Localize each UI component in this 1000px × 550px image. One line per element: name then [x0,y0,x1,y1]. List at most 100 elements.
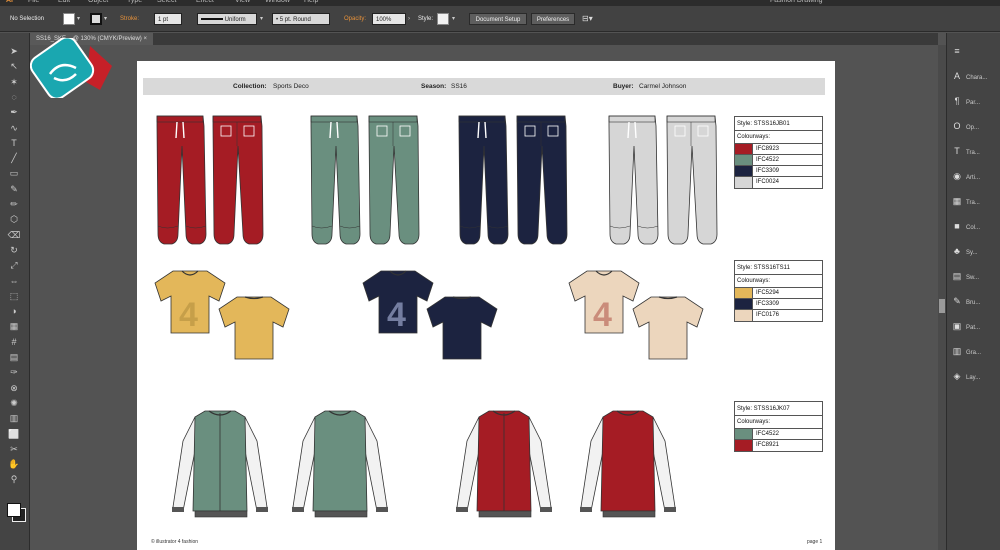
mesh-tool-icon[interactable]: # [7,336,21,348]
colourways-label: Colourways: [735,275,822,288]
tee-navy-back[interactable] [426,296,498,360]
pants-red-front[interactable] [156,115,207,245]
stroke-swatch[interactable] [90,13,102,25]
pen-tool-icon[interactable]: ✒ [7,106,21,118]
preferences-button[interactable]: Preferences [531,13,575,25]
pants-grey-front[interactable] [608,115,659,245]
pants-green-back[interactable] [368,115,420,245]
fill-swatch[interactable] [63,13,75,25]
shaper-icon[interactable]: ⬡ [7,213,21,225]
menu-item-effect[interactable]: Effect [196,0,214,4]
panel-label: Pat... [966,325,981,331]
eraser-icon[interactable]: ⌫ [7,229,21,241]
scale-tool-icon[interactable]: ⤢ [7,259,21,271]
style-swatch[interactable] [437,13,449,25]
style-dropdown-icon[interactable]: ▾ [452,13,455,25]
jacket-red-back[interactable] [579,410,677,518]
lasso-icon[interactable]: ◌ [7,91,21,103]
panel-arti[interactable]: ◉ Arti... [951,166,1000,186]
pants-navy-back[interactable] [516,115,568,245]
panel-collapse[interactable]: ≡ [951,41,1000,61]
type-tool-icon[interactable]: T [7,137,21,149]
variable-width-profile[interactable]: Uniform [197,13,257,25]
menu-item-edit[interactable]: Edit [58,0,70,4]
jacket-red-front[interactable] [455,410,553,518]
style-code: Style: STSS16TS11 [735,261,822,275]
gradient-tool-icon[interactable]: ▤ [7,351,21,363]
slice-tool-icon[interactable]: ✂ [7,443,21,455]
menu-item-object[interactable]: Object [88,0,108,4]
magic-wand-icon[interactable]: ✶ [7,76,21,88]
panel-tra[interactable]: ▦ Tra... [951,191,1000,211]
line-tool-icon[interactable]: ╱ [7,152,21,164]
menu-item-type[interactable]: Type [127,0,142,4]
fill-stroke-swatches[interactable] [7,503,21,517]
panel-col[interactable]: ■ Col... [951,216,1000,236]
pants-green-front[interactable] [310,115,361,245]
direct-selection-tool-icon[interactable]: ↖ [7,60,21,72]
menu-item-help[interactable]: Help [304,0,318,4]
rotate-tool-icon[interactable]: ↻ [7,244,21,256]
menu-item-select[interactable]: Select [157,0,176,4]
jacket-green-front[interactable] [171,410,269,518]
symbol-sprayer-icon[interactable]: ✺ [7,397,21,409]
brush-definition[interactable]: • 5 pt. Round [272,13,330,25]
panel-label: Tra... [966,200,980,206]
scrollbar-thumb[interactable] [939,299,945,313]
menu-item-file[interactable]: File [28,0,39,4]
garment-flats: 4 4 4 [154,115,718,518]
menu-item-view[interactable]: View [235,0,250,4]
panel-bru[interactable]: ✎ Bru... [951,291,1000,311]
arrange-documents-icon[interactable]: ⊟▾ [582,13,593,25]
selection-tool-icon[interactable]: ➤ [7,45,21,57]
width-tool-icon[interactable]: ⇔ [7,275,21,287]
opacity-dropdown-icon[interactable]: › [408,13,410,25]
close-tab-icon[interactable]: × [143,36,147,42]
vertical-scrollbar[interactable] [938,45,946,550]
free-transform-icon[interactable]: ⬚ [7,290,21,302]
perspective-grid-icon[interactable]: ▦ [7,320,21,332]
panel-par[interactable]: ¶ Par... [951,91,1000,111]
panel-sw[interactable]: ▤ Sw... [951,266,1000,286]
stroke-label[interactable]: Stroke: [120,13,139,25]
panel-gra[interactable]: ▥ Gra... [951,341,1000,361]
panel-chara[interactable]: A Chara... [951,66,1000,86]
menu-item-ai[interactable]: Ai [6,0,13,4]
panel-op[interactable]: O Op... [951,116,1000,136]
artboard-tool-icon[interactable]: ⬜ [7,428,21,440]
colourways-label: Colourways: [735,416,822,429]
eyedropper-icon[interactable]: ✑ [7,366,21,378]
tee-beige-back[interactable] [632,296,704,360]
blend-tool-icon[interactable]: ⊗ [7,382,21,394]
pants-grey-back[interactable] [666,115,718,245]
artboard[interactable]: illustrator 4 fashion Collection: Sports… [137,61,835,550]
hand-tool-icon[interactable]: ✋ [7,458,21,470]
rectangle-tool-icon[interactable]: ▭ [7,167,21,179]
opacity-label[interactable]: Opacity: [344,13,366,25]
stroke-dropdown-icon[interactable]: ▾ [104,13,107,25]
colourway-row: IFC0176 [735,310,822,321]
opacity-field[interactable]: 100% [372,13,406,25]
document-setup-button[interactable]: Document Setup [469,13,527,25]
zoom-tool-icon[interactable]: ⚲ [7,473,21,485]
jacket-green-back[interactable] [291,410,389,518]
panel-pat[interactable]: ▣ Pat... [951,316,1000,336]
stroke-weight-field[interactable]: 1 pt [154,13,182,25]
shape-builder-icon[interactable]: ◑ [7,305,21,317]
panel-tra[interactable]: T Tra... [951,141,1000,161]
tee-mustard-back[interactable] [218,296,290,360]
profile-dropdown-icon[interactable]: ▾ [260,13,263,25]
panel-label: Tra... [966,150,980,156]
curvature-tool-icon[interactable]: ∿ [7,122,21,134]
panel-sy[interactable]: ♣ Sy... [951,241,1000,261]
fill-dropdown-icon[interactable]: ▾ [77,13,80,25]
menu-item-window[interactable]: Window [265,0,290,4]
pants-navy-front[interactable] [458,115,509,245]
pants-red-back[interactable] [212,115,264,245]
paintbrush-icon[interactable]: ✎ [7,183,21,195]
colourway-row: IFC5294 [735,288,822,299]
panel-lay[interactable]: ◈ Lay... [951,366,1000,386]
workspace-switcher[interactable]: Fashion Drawing [770,0,823,4]
pencil-icon[interactable]: ✏ [7,198,21,210]
graph-tool-icon[interactable]: ▥ [7,412,21,424]
